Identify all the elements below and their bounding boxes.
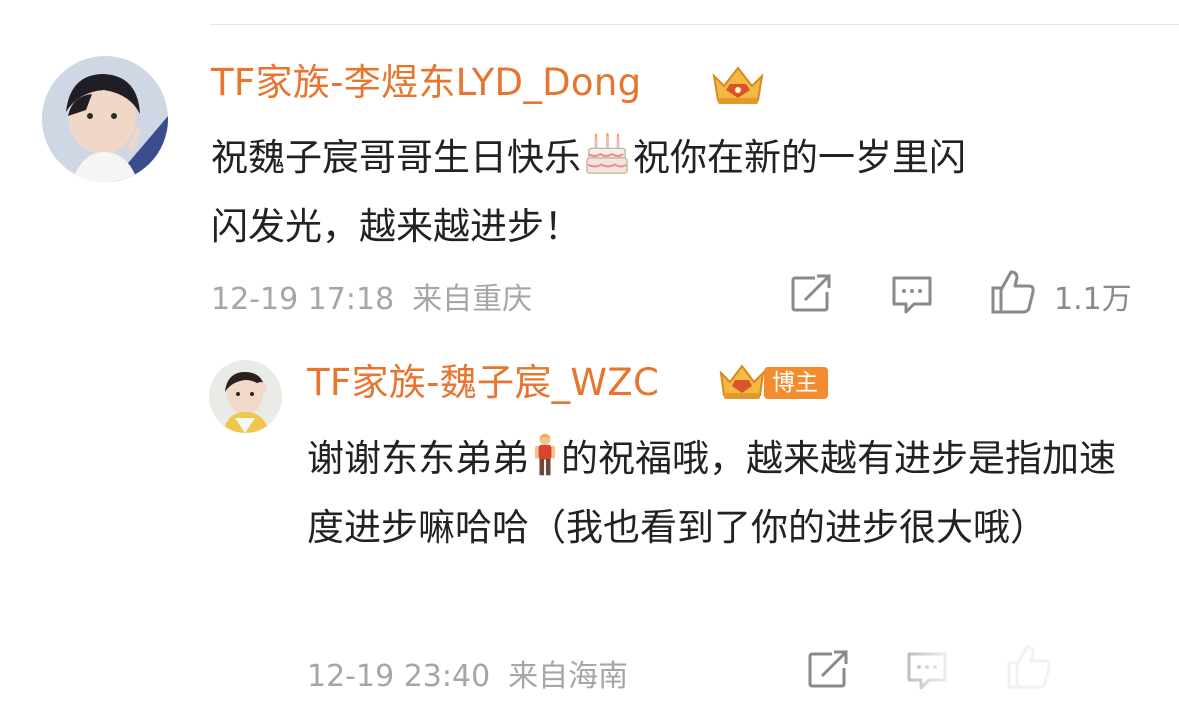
crown-icon [708, 62, 768, 108]
top-divider [210, 24, 1179, 25]
watermark-overlay [868, 630, 1179, 702]
like-icon[interactable] [989, 268, 1037, 316]
author-badge: 博主 [764, 367, 828, 399]
commenter-name[interactable]: TF家族-李煜东LYD_Dong [211, 64, 641, 101]
reply-location: 来自海南 [508, 659, 629, 694]
comment-text: 祝魏子宸哥哥生日快乐 祝你在新的一岁里闪 闪发光，越来越进步！ [211, 127, 1151, 258]
commenter-avatar[interactable] [42, 56, 168, 182]
comment-location: 来自重庆 [412, 282, 533, 317]
comment-time: 12-19 17:18 [211, 282, 395, 317]
replier-avatar[interactable] [209, 360, 282, 433]
reply-text: 谢谢东东弟弟 的祝福哦，越来越有进步是指加速度进步嘛哈哈（我也看到了你的进步很大… [307, 428, 1147, 559]
crown-icon [717, 361, 767, 403]
like-count: 1.1万 [1054, 282, 1132, 317]
share-icon[interactable] [789, 274, 833, 314]
reply-meta: 12-19 23:40 来自海南 [307, 651, 628, 695]
replier-name[interactable]: TF家族-魏子宸_WZC [307, 364, 659, 401]
birthday-cake-icon [585, 132, 629, 196]
comment-icon[interactable] [890, 274, 934, 316]
share-icon[interactable] [806, 650, 850, 690]
reply-time: 12-19 23:40 [307, 659, 491, 694]
person-standing-icon [533, 432, 557, 497]
comment-meta: 12-19 17:18 来自重庆 [211, 274, 532, 318]
